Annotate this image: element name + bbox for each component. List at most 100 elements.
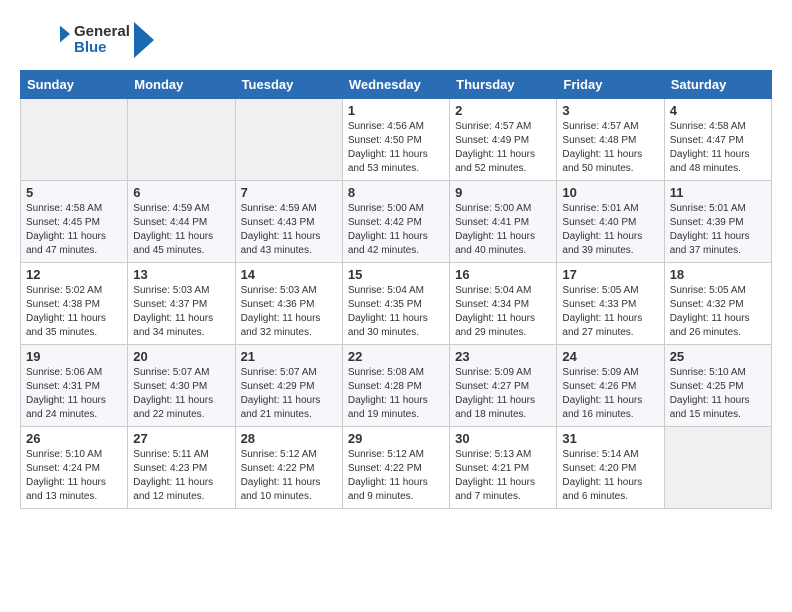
day-info: Sunrise: 5:00 AM Sunset: 4:42 PM Dayligh… bbox=[348, 202, 444, 258]
day-number: 12 bbox=[26, 267, 122, 282]
calendar-week-row: 19Sunrise: 5:06 AM Sunset: 4:31 PM Dayli… bbox=[21, 345, 772, 427]
calendar-cell bbox=[21, 99, 128, 181]
day-number: 20 bbox=[133, 349, 229, 364]
day-info: Sunrise: 4:59 AM Sunset: 4:44 PM Dayligh… bbox=[133, 202, 229, 258]
day-number: 15 bbox=[348, 267, 444, 282]
calendar-cell bbox=[664, 427, 771, 509]
day-info: Sunrise: 4:56 AM Sunset: 4:50 PM Dayligh… bbox=[348, 120, 444, 176]
logo: GeneralBlue bbox=[20, 20, 154, 60]
page-header: GeneralBlue bbox=[20, 20, 772, 60]
day-number: 23 bbox=[455, 349, 551, 364]
calendar-cell: 1 Sunrise: 4:56 AM Sunset: 4:50 PM Daylig… bbox=[342, 99, 449, 181]
calendar-cell: 16 Sunrise: 5:04 AM Sunset: 4:34 PM Dayli… bbox=[450, 263, 557, 345]
day-number: 26 bbox=[26, 431, 122, 446]
day-info: Sunrise: 4:57 AM Sunset: 4:49 PM Dayligh… bbox=[455, 120, 551, 176]
day-number: 1 bbox=[348, 103, 444, 118]
calendar-cell: 26 Sunrise: 5:10 AM Sunset: 4:24 PM Dayli… bbox=[21, 427, 128, 509]
day-info: Sunrise: 4:58 AM Sunset: 4:47 PM Dayligh… bbox=[670, 120, 766, 176]
day-number: 2 bbox=[455, 103, 551, 118]
calendar-cell: 28 Sunrise: 5:12 AM Sunset: 4:22 PM Dayli… bbox=[235, 427, 342, 509]
logo-icon bbox=[20, 20, 70, 60]
calendar-cell: 30Sunrise: 5:13 AM Sunset: 4:21 PM Dayli… bbox=[450, 427, 557, 509]
calendar-cell: 29 Sunrise: 5:12 AM Sunset: 4:22 PM Dayli… bbox=[342, 427, 449, 509]
calendar-table: SundayMondayTuesdayWednesdayThursdayFrid… bbox=[20, 70, 772, 509]
logo-general-text: General bbox=[74, 24, 130, 41]
day-number: 9 bbox=[455, 185, 551, 200]
day-of-week-header: Sunday bbox=[21, 71, 128, 99]
day-info: Sunrise: 5:04 AM Sunset: 4:34 PM Dayligh… bbox=[455, 284, 551, 340]
calendar-cell: 25 Sunrise: 5:10 AM Sunset: 4:25 PM Dayli… bbox=[664, 345, 771, 427]
day-info: Sunrise: 5:04 AM Sunset: 4:35 PM Dayligh… bbox=[348, 284, 444, 340]
calendar-cell bbox=[235, 99, 342, 181]
calendar-cell: 22 Sunrise: 5:08 AM Sunset: 4:28 PM Dayli… bbox=[342, 345, 449, 427]
day-number: 11 bbox=[670, 185, 766, 200]
calendar-week-row: 5 Sunrise: 4:58 AM Sunset: 4:45 PM Daylig… bbox=[21, 181, 772, 263]
day-info: Sunrise: 5:10 AM Sunset: 4:25 PM Dayligh… bbox=[670, 366, 766, 422]
calendar-week-row: 1 Sunrise: 4:56 AM Sunset: 4:50 PM Daylig… bbox=[21, 99, 772, 181]
day-number: 29 bbox=[348, 431, 444, 446]
day-of-week-header: Tuesday bbox=[235, 71, 342, 99]
calendar-cell: 14 Sunrise: 5:03 AM Sunset: 4:36 PM Dayli… bbox=[235, 263, 342, 345]
calendar-cell: 9 Sunrise: 5:00 AM Sunset: 4:41 PM Daylig… bbox=[450, 181, 557, 263]
calendar-cell: 12 Sunrise: 5:02 AM Sunset: 4:38 PM Dayli… bbox=[21, 263, 128, 345]
day-info: Sunrise: 5:09 AM Sunset: 4:26 PM Dayligh… bbox=[562, 366, 658, 422]
day-number: 6 bbox=[133, 185, 229, 200]
day-info: Sunrise: 5:14 AM Sunset: 4:20 PM Dayligh… bbox=[562, 448, 658, 504]
calendar-cell: 5 Sunrise: 4:58 AM Sunset: 4:45 PM Daylig… bbox=[21, 181, 128, 263]
day-number: 5 bbox=[26, 185, 122, 200]
day-number: 4 bbox=[670, 103, 766, 118]
calendar-cell: 4 Sunrise: 4:58 AM Sunset: 4:47 PM Daylig… bbox=[664, 99, 771, 181]
day-info: Sunrise: 5:01 AM Sunset: 4:39 PM Dayligh… bbox=[670, 202, 766, 258]
calendar-cell: 6 Sunrise: 4:59 AM Sunset: 4:44 PM Daylig… bbox=[128, 181, 235, 263]
calendar-week-row: 26 Sunrise: 5:10 AM Sunset: 4:24 PM Dayli… bbox=[21, 427, 772, 509]
day-info: Sunrise: 5:03 AM Sunset: 4:37 PM Dayligh… bbox=[133, 284, 229, 340]
day-number: 22 bbox=[348, 349, 444, 364]
day-info: Sunrise: 4:58 AM Sunset: 4:45 PM Dayligh… bbox=[26, 202, 122, 258]
day-info: Sunrise: 5:10 AM Sunset: 4:24 PM Dayligh… bbox=[26, 448, 122, 504]
day-number: 3 bbox=[562, 103, 658, 118]
day-info: Sunrise: 5:12 AM Sunset: 4:22 PM Dayligh… bbox=[241, 448, 337, 504]
day-number: 28 bbox=[241, 431, 337, 446]
calendar-cell: 13 Sunrise: 5:03 AM Sunset: 4:37 PM Dayli… bbox=[128, 263, 235, 345]
day-of-week-header: Thursday bbox=[450, 71, 557, 99]
calendar-cell bbox=[128, 99, 235, 181]
day-of-week-header: Saturday bbox=[664, 71, 771, 99]
day-info: Sunrise: 5:02 AM Sunset: 4:38 PM Dayligh… bbox=[26, 284, 122, 340]
day-number: 10 bbox=[562, 185, 658, 200]
day-number: 19 bbox=[26, 349, 122, 364]
day-info: Sunrise: 5:07 AM Sunset: 4:29 PM Dayligh… bbox=[241, 366, 337, 422]
day-info: Sunrise: 5:08 AM Sunset: 4:28 PM Dayligh… bbox=[348, 366, 444, 422]
day-info: Sunrise: 5:12 AM Sunset: 4:22 PM Dayligh… bbox=[348, 448, 444, 504]
day-info: Sunrise: 5:11 AM Sunset: 4:23 PM Dayligh… bbox=[133, 448, 229, 504]
calendar-cell: 15 Sunrise: 5:04 AM Sunset: 4:35 PM Dayli… bbox=[342, 263, 449, 345]
calendar-cell: 7Sunrise: 4:59 AM Sunset: 4:43 PM Daylig… bbox=[235, 181, 342, 263]
day-info: Sunrise: 5:05 AM Sunset: 4:32 PM Dayligh… bbox=[670, 284, 766, 340]
calendar-cell: 10 Sunrise: 5:01 AM Sunset: 4:40 PM Dayli… bbox=[557, 181, 664, 263]
day-number: 8 bbox=[348, 185, 444, 200]
day-info: Sunrise: 5:01 AM Sunset: 4:40 PM Dayligh… bbox=[562, 202, 658, 258]
day-info: Sunrise: 5:03 AM Sunset: 4:36 PM Dayligh… bbox=[241, 284, 337, 340]
day-number: 31 bbox=[562, 431, 658, 446]
day-number: 24 bbox=[562, 349, 658, 364]
day-number: 30 bbox=[455, 431, 551, 446]
day-number: 16 bbox=[455, 267, 551, 282]
day-info: Sunrise: 4:57 AM Sunset: 4:48 PM Dayligh… bbox=[562, 120, 658, 176]
calendar-cell: 20 Sunrise: 5:07 AM Sunset: 4:30 PM Dayli… bbox=[128, 345, 235, 427]
day-number: 14 bbox=[241, 267, 337, 282]
day-info: Sunrise: 5:07 AM Sunset: 4:30 PM Dayligh… bbox=[133, 366, 229, 422]
logo-arrow-icon bbox=[134, 22, 154, 58]
calendar-cell: 31 Sunrise: 5:14 AM Sunset: 4:20 PM Dayli… bbox=[557, 427, 664, 509]
calendar-cell: 11 Sunrise: 5:01 AM Sunset: 4:39 PM Dayli… bbox=[664, 181, 771, 263]
calendar-cell: 19Sunrise: 5:06 AM Sunset: 4:31 PM Dayli… bbox=[21, 345, 128, 427]
day-info: Sunrise: 4:59 AM Sunset: 4:43 PM Dayligh… bbox=[241, 202, 337, 258]
day-number: 21 bbox=[241, 349, 337, 364]
day-info: Sunrise: 5:09 AM Sunset: 4:27 PM Dayligh… bbox=[455, 366, 551, 422]
calendar-cell: 24 Sunrise: 5:09 AM Sunset: 4:26 PM Dayli… bbox=[557, 345, 664, 427]
day-number: 25 bbox=[670, 349, 766, 364]
calendar-week-row: 12 Sunrise: 5:02 AM Sunset: 4:38 PM Dayli… bbox=[21, 263, 772, 345]
calendar-header-row: SundayMondayTuesdayWednesdayThursdayFrid… bbox=[21, 71, 772, 99]
day-info: Sunrise: 5:00 AM Sunset: 4:41 PM Dayligh… bbox=[455, 202, 551, 258]
day-number: 13 bbox=[133, 267, 229, 282]
calendar-cell: 18Sunrise: 5:05 AM Sunset: 4:32 PM Dayli… bbox=[664, 263, 771, 345]
calendar-cell: 27Sunrise: 5:11 AM Sunset: 4:23 PM Dayli… bbox=[128, 427, 235, 509]
